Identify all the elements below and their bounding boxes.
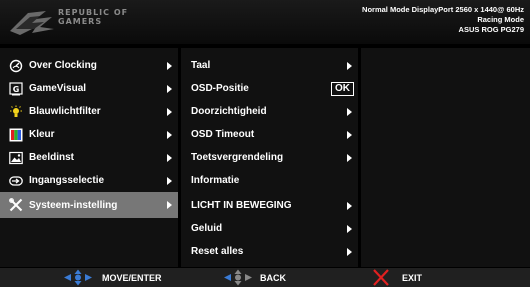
menu-item-blauwlichtfilter[interactable]: Blauwlichtfilter [0,100,178,123]
chevron-right-icon [347,153,352,162]
gamevisual-icon: G [9,81,23,96]
color-icon [9,128,23,142]
chevron-right-icon [347,107,352,116]
submenu-item-label: Geluid [191,223,223,234]
osd-window: REPUBLIC OF GAMERS Normal Mode DisplayPo… [0,0,530,287]
submenu-item-reset-alles[interactable]: Reset alles [181,240,358,263]
svg-text:G: G [13,85,20,94]
chevron-right-icon [167,84,172,93]
bluelight-icon [9,105,23,119]
exit-hint: EXIT [372,268,422,287]
logo-wordmark: REPUBLIC OF GAMERS [58,8,128,26]
tools-icon [9,198,23,212]
chevron-right-icon [347,130,352,139]
menu-item-label: Over Clocking [29,60,97,71]
submenu-item-licht-in-beweging[interactable]: LICHT IN BEWEGING [181,194,358,217]
submenu-item-label: LICHT IN BEWEGING [191,200,292,211]
submenu-item-toetsvergrendeling[interactable]: Toetsvergrendeling [181,146,358,169]
exit-label: EXIT [402,272,423,283]
submenu-item-informatie[interactable]: Informatie [181,169,358,192]
submenu-item-label: OSD-Positie [191,83,249,94]
menu-item-label: Kleur [29,129,55,140]
status-line-input: Normal Mode DisplayPort 2560 x 1440@ 60H… [362,5,524,14]
chevron-right-icon [347,224,352,233]
submenu-item-label: Toetsvergrendeling [191,152,284,163]
logo-line-1: REPUBLIC OF [58,8,129,17]
menu-item-systeem-instelling[interactable]: Systeem-instelling [0,192,178,218]
joystick-move-icon [64,269,92,286]
chevron-right-icon [167,201,172,209]
sub-menu: Taal OSD-Positie OK Doorzichtigheid OSD … [181,48,358,267]
move-enter-hint: MOVE/ENTER [62,268,162,287]
status-line-model: ASUS ROG PG279 [458,25,524,34]
close-icon [373,269,389,286]
menu-item-kleur[interactable]: Kleur [0,123,178,146]
chevron-right-icon [347,61,352,70]
overclock-icon [9,59,23,73]
input-icon [9,174,23,188]
submenu-item-label: Informatie [191,175,240,186]
submenu-item-label: Doorzichtigheid [191,106,267,117]
chevron-right-icon [347,247,352,256]
submenu-item-geluid[interactable]: Geluid [181,217,358,240]
menu-item-label: Beeldinst [29,152,75,163]
menu-item-label: Blauwlichtfilter [29,106,101,117]
chevron-right-icon [167,61,172,70]
chevron-right-icon [167,176,172,185]
osd-footer: MOVE/ENTER BACK EXIT [0,268,530,287]
submenu-item-osd-positie[interactable]: OSD-Positie OK [181,77,358,100]
image-icon [9,151,23,165]
back-hint: BACK [222,268,286,287]
main-menu: Over Clocking G GameVisual Blauwlichtfil… [0,48,178,267]
submenu-item-label: Taal [191,60,211,71]
menu-item-label: Systeem-instelling [29,199,118,211]
joystick-back-icon [224,269,252,286]
submenu-item-taal[interactable]: Taal [181,54,358,77]
submenu-item-label: OSD Timeout [191,129,255,140]
detail-pane [361,48,530,267]
back-label: BACK [260,272,286,283]
chevron-right-icon [167,153,172,162]
submenu-item-label: Reset alles [191,246,244,257]
submenu-item-doorzichtigheid[interactable]: Doorzichtigheid [181,100,358,123]
submenu-item-osd-timeout[interactable]: OSD Timeout [181,123,358,146]
chevron-right-icon [167,130,172,139]
chevron-right-icon [167,107,172,116]
menu-item-label: GameVisual [29,83,87,94]
menu-item-gamevisual[interactable]: G GameVisual [0,77,178,100]
status-info: Normal Mode DisplayPort 2560 x 1440@ 60H… [362,5,524,35]
menu-item-beeldinst[interactable]: Beeldinst [0,146,178,169]
chevron-right-icon [347,201,352,210]
status-line-mode: Racing Mode [477,15,524,24]
osd-header: REPUBLIC OF GAMERS Normal Mode DisplayPo… [0,0,530,44]
menu-item-over-clocking[interactable]: Over Clocking [0,54,178,77]
ok-badge: OK [331,81,354,96]
move-enter-label: MOVE/ENTER [102,272,162,283]
menu-item-ingangsselectie[interactable]: Ingangsselectie [0,169,178,192]
logo-line-2: GAMERS [58,17,103,26]
menu-item-label: Ingangsselectie [29,175,105,186]
